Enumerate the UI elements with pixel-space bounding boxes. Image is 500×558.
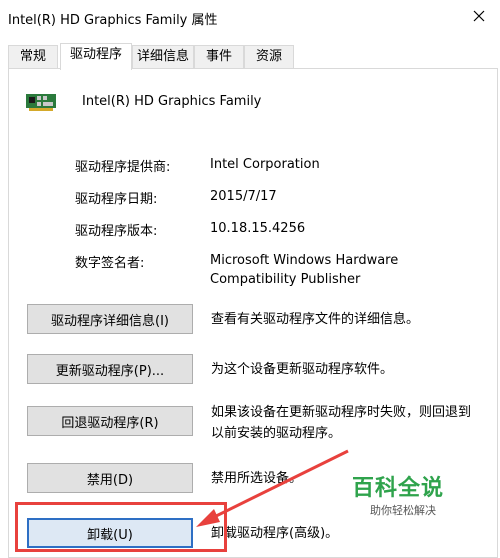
- disable-button[interactable]: 禁用(D): [27, 463, 193, 493]
- window-title: Intel(R) HD Graphics Family 属性: [8, 13, 218, 28]
- uninstall-description: 卸载驱动程序(高级)。: [211, 526, 339, 541]
- date-value: 2015/7/17: [210, 189, 277, 204]
- update-driver-description: 为这个设备更新驱动程序软件。: [211, 362, 394, 377]
- watermark-title: 百科全说: [352, 476, 445, 501]
- display-adapter-icon: [26, 94, 56, 111]
- watermark-subtitle: 助你轻松解决: [370, 504, 436, 517]
- device-name: Intel(R) HD Graphics Family: [82, 94, 262, 109]
- signer-label: 数字签名者:: [75, 256, 145, 271]
- tab-events[interactable]: 事件: [194, 45, 244, 69]
- uninstall-button[interactable]: 卸载(U): [27, 518, 193, 548]
- close-icon: [473, 10, 485, 22]
- date-label: 驱动程序日期:: [75, 192, 158, 207]
- title-bar: Intel(R) HD Graphics Family 属性: [0, 0, 500, 36]
- rollback-driver-button[interactable]: 回退驱动程序(R): [27, 406, 193, 436]
- provider-label: 驱动程序提供商:: [75, 160, 171, 175]
- close-button[interactable]: [458, 0, 500, 32]
- version-value: 10.18.15.4256: [210, 221, 306, 236]
- disable-description: 禁用所选设备。: [211, 471, 303, 486]
- tab-driver[interactable]: 驱动程序: [60, 43, 132, 70]
- update-driver-button[interactable]: 更新驱动程序(P)...: [27, 354, 193, 384]
- tab-strip: 常规 驱动程序 详细信息 事件 资源: [8, 43, 498, 70]
- tab-resources[interactable]: 资源: [244, 45, 294, 69]
- rollback-driver-description: 如果该设备在更新驱动程序时失败，则回退到以前安装的驱动程序。: [211, 405, 472, 441]
- driver-details-button[interactable]: 驱动程序详细信息(I): [27, 304, 193, 334]
- tab-general[interactable]: 常规: [8, 45, 58, 69]
- version-label: 驱动程序版本:: [75, 224, 158, 239]
- signer-value: Microsoft Windows Hardware Compatibility…: [210, 253, 399, 287]
- driver-details-description: 查看有关驱动程序文件的详细信息。: [211, 312, 420, 327]
- provider-value: Intel Corporation: [210, 157, 320, 172]
- tab-details[interactable]: 详细信息: [132, 45, 194, 69]
- watermark: 百科全说 助你轻松解决: [352, 470, 444, 518]
